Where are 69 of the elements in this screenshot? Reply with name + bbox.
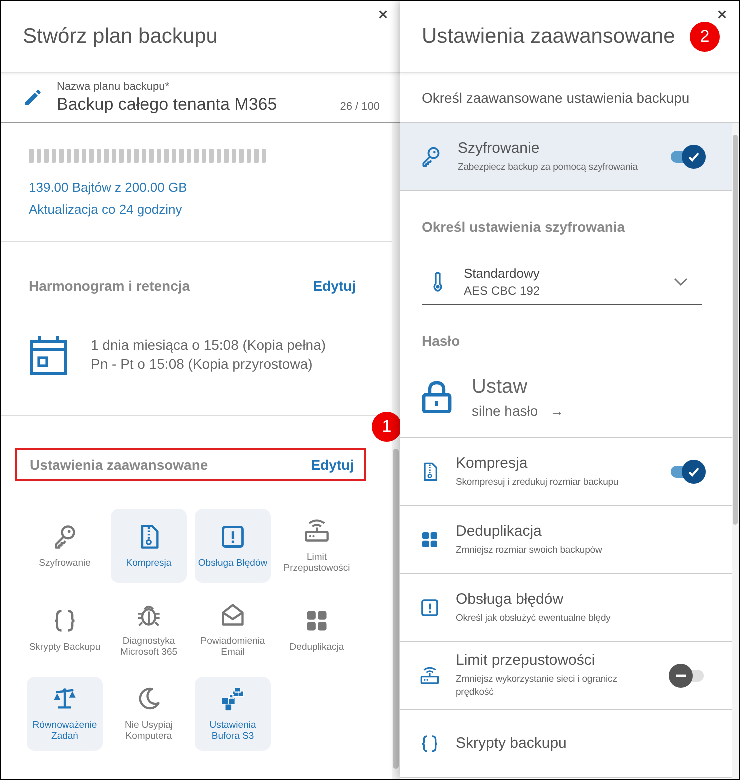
toggle-switch[interactable] [669,144,706,168]
dropdown-detail: AES CBC 192 [464,284,542,298]
scales-icon [52,686,78,712]
character-counter: 26 / 100 [340,100,380,112]
setting-row[interactable]: Kompresja Skompresuj i zredukuj rozmiar backupu [400,438,732,506]
update-text: Aktualizacja co 24 godziny [29,201,184,219]
calendar-icon [29,334,69,376]
feature-tile[interactable]: Skrypty Backupu [27,593,103,667]
thermometer-icon [432,272,444,292]
scrollbar[interactable] [392,123,400,779]
feature-tile[interactable]: Limit Przepustowości [279,509,355,583]
setting-description: Skompresuj i zredukuj rozmiar backupu [456,476,620,488]
edit-link[interactable]: Edytuj [311,456,354,472]
key-icon [420,146,442,168]
setting-title: Skrypty backupu [456,735,568,752]
setting-title: Kompresja [456,454,529,472]
lock-icon [422,381,452,413]
feature-tile[interactable]: Powiadomienia Email [195,593,271,667]
panel-title: Ustawienia zaawansowane [422,24,676,48]
field-label: Nazwa planu backupu* [57,80,171,92]
setting-row[interactable]: Limit przepustowości Zmniejsz wykorzystanie sieci i ogranicz prędkość [400,642,732,710]
feature-tile[interactable]: Diagnostyka Microsoft 365 [111,593,187,667]
feature-tile[interactable]: Ustawienia Bufora S3 [195,677,271,751]
dropdown-value: Standardowy [464,266,541,280]
schedule-text: Pn - Pt o 15:08 (Kopia przyrostowa) [91,355,314,374]
section-title: Ustawienia zaawansowane [30,456,208,472]
field-value: Backup całego tenanta M365 [57,94,278,114]
envelope-icon [220,602,246,628]
encryption-dropdown[interactable]: Standardowy AES CBC 192 [422,259,702,305]
arrow-icon: → [550,402,564,418]
alert-icon [420,598,440,618]
toggle-switch[interactable] [669,460,706,484]
schedule-text: 1 dnia miesiąca o 15:08 (Kopia pełna) [91,336,326,355]
setting-title: Szyfrowanie [458,140,541,156]
callout-badge: 2 [690,22,720,52]
scrollbar[interactable] [732,123,739,779]
toggle-switch[interactable] [669,664,706,688]
setting-title: Deduplikacja [456,522,543,540]
section-title: Harmonogram i retencja [29,278,190,294]
section-title: Hasło [421,332,462,349]
feature-tile[interactable]: Nie Usypiaj Komputera [111,677,187,751]
section-title: Określ ustawienia szyfrowania [421,218,626,235]
router-icon [420,666,440,686]
alert-icon [220,524,246,550]
setting-title: Limit przepustowości [456,652,596,669]
feature-tile[interactable]: Szyfrowanie [27,509,103,583]
usage-text: 139.00 Bajtów z 200.00 GB [29,179,188,197]
password-subtitle: silne hasło [472,402,538,418]
close-button[interactable]: × [714,7,731,25]
cubes-icon [220,686,246,712]
setting-description: Określ jak obsłużyć ewentualne błędy [456,612,612,624]
setting-description: Zmniejsz wykorzystanie sieci i ogranicz prędkość [456,673,618,699]
setting-description: Zabezpiecz backup za pomocą szyfrowania [458,160,639,174]
feature-tile[interactable]: Obsługa Błędów [195,509,271,583]
setting-description: Zmniejsz rozmiar swoich backupów [456,544,604,556]
setting-row[interactable]: Szyfrowanie Zabezpiecz backup za pomocą szyfrowania [400,123,732,191]
setting-title: Obsługa błędów [456,590,565,608]
braces-icon [420,734,440,754]
feature-tile[interactable]: Równoważenie Zadań [27,677,103,751]
router-icon [304,518,330,544]
feature-tile[interactable]: Kompresja [111,509,187,583]
close-button[interactable]: × [374,7,392,25]
pencil-icon [23,88,43,108]
chevron-icon [674,278,688,286]
panel-title: Stwórz plan backupu [23,24,218,48]
feature-tile[interactable]: Deduplikacja [279,593,355,667]
grid-icon [420,530,440,550]
password-title: Ustaw [472,376,529,398]
edit-link[interactable]: Edytuj [313,278,356,294]
